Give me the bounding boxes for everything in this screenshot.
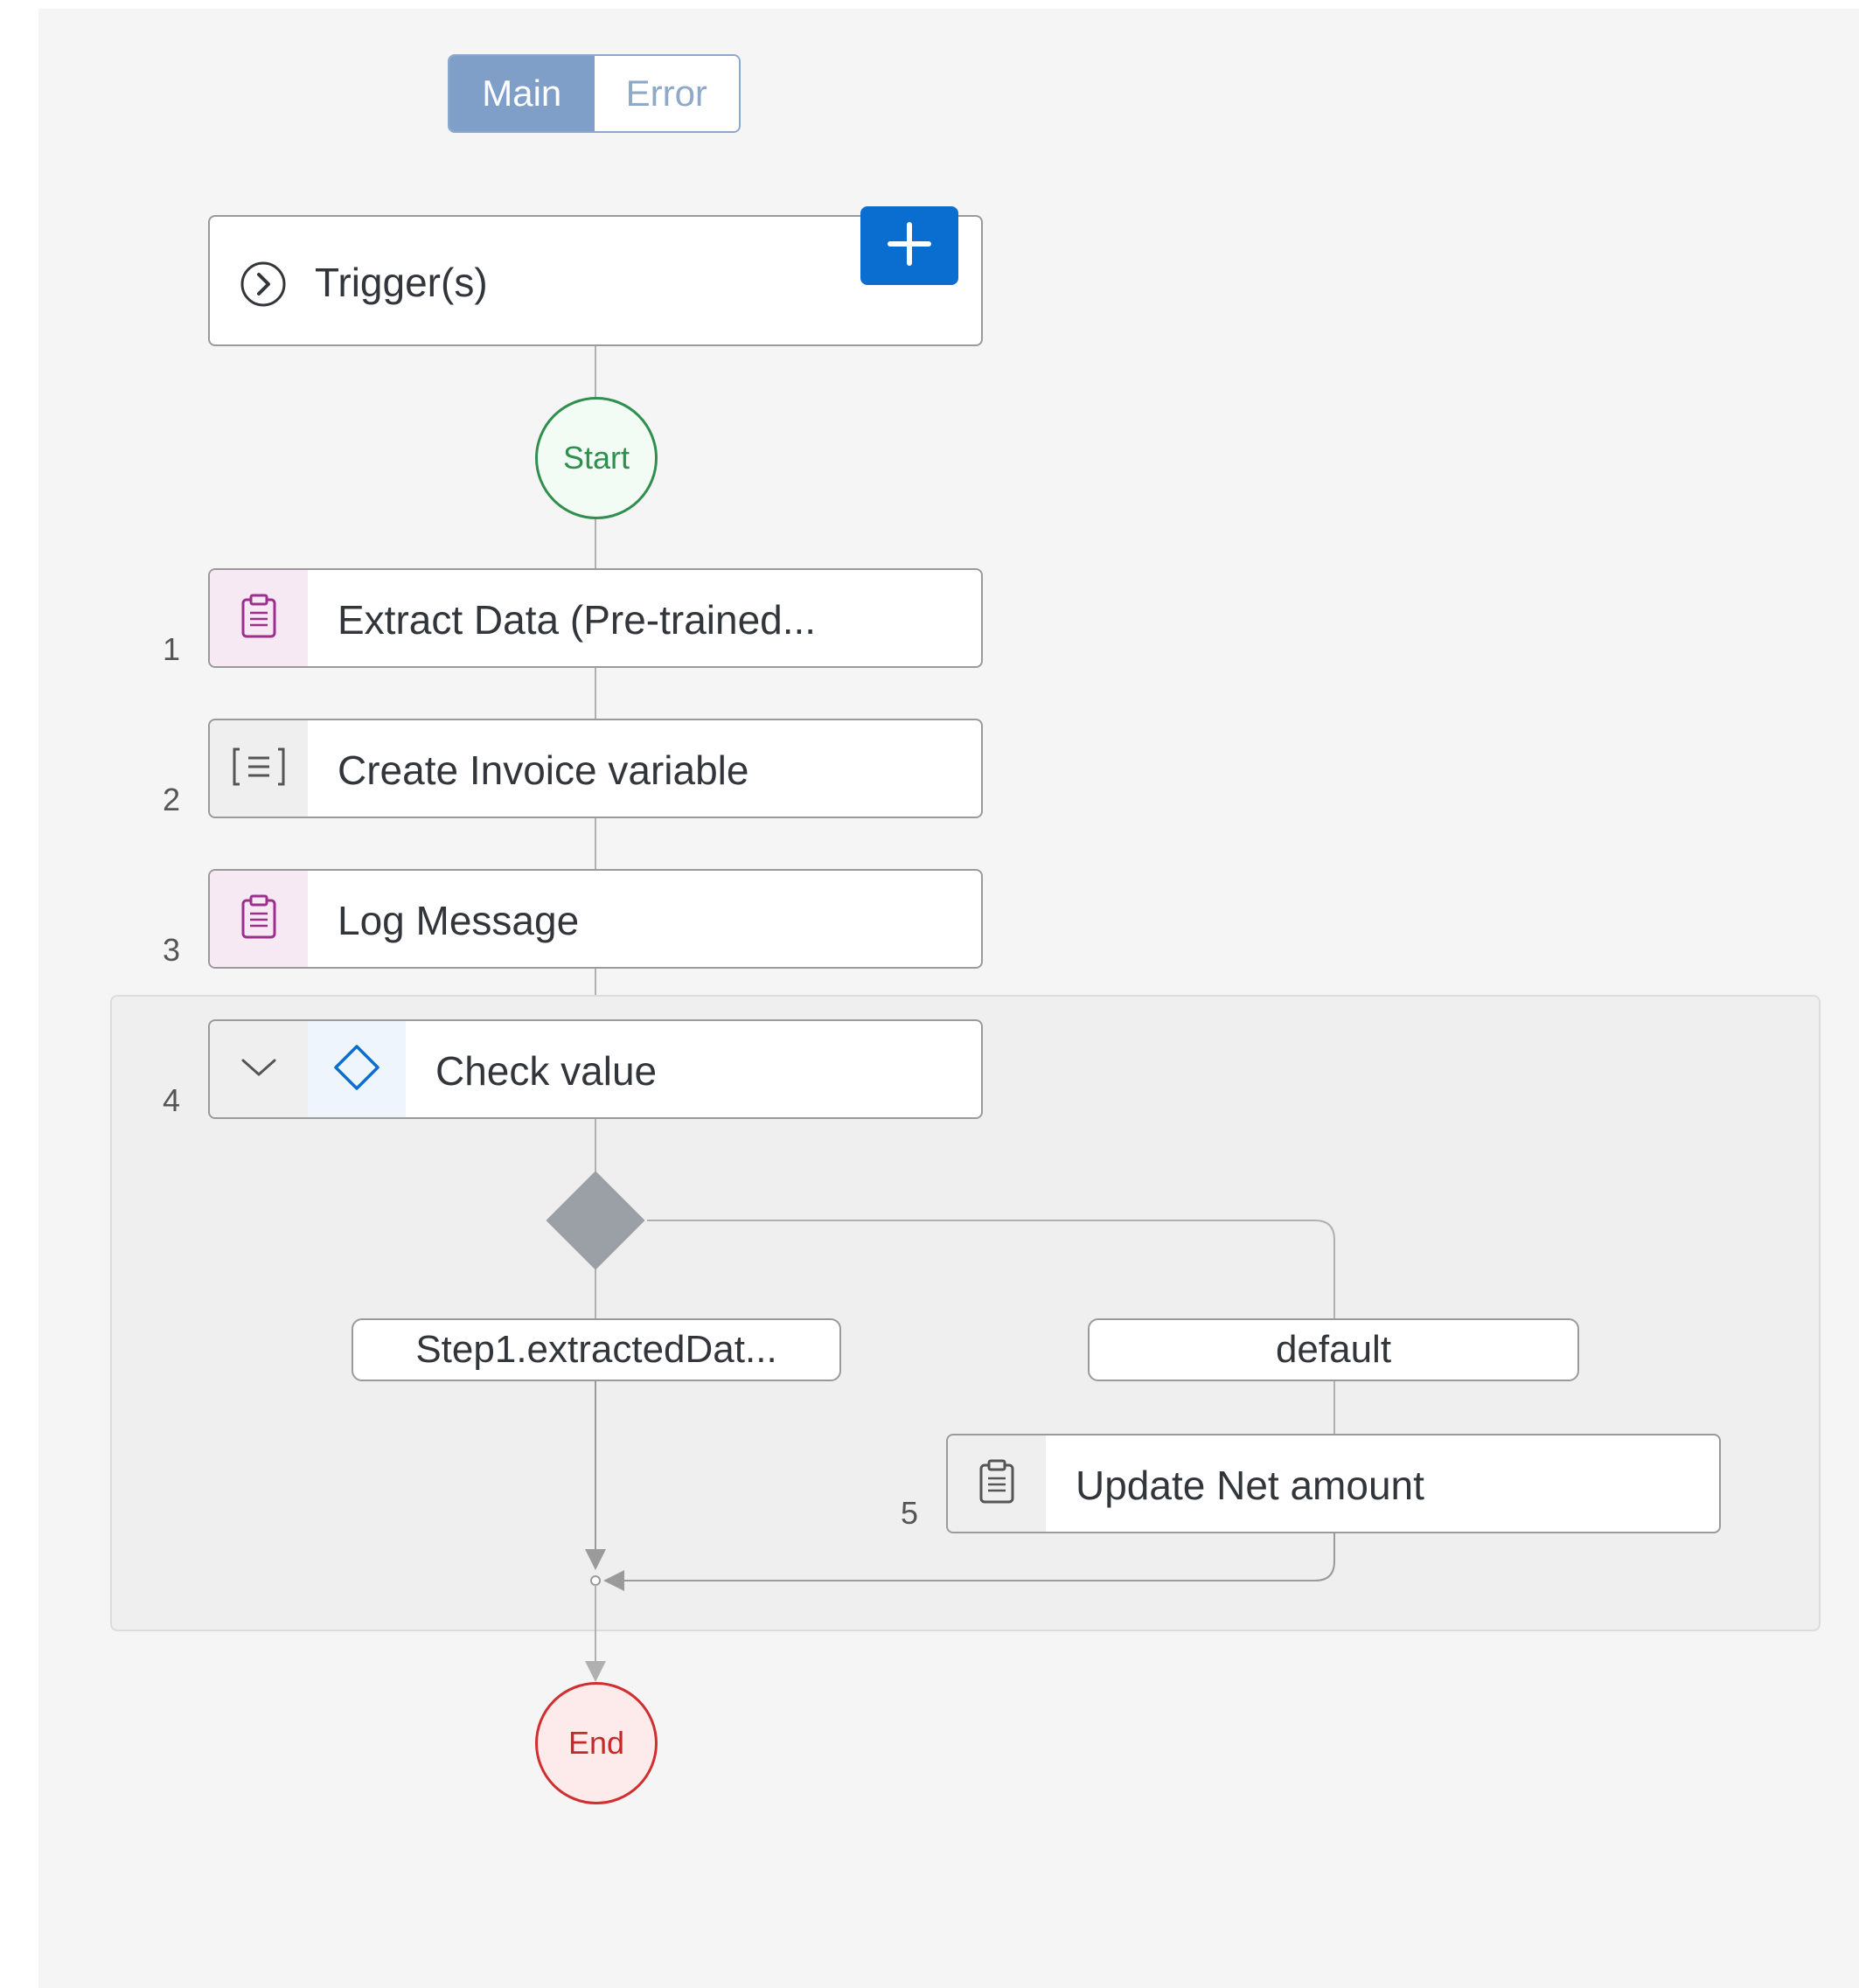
step-label: Update Net amount <box>1076 1463 1424 1508</box>
default-branch-label[interactable]: default <box>1088 1318 1579 1381</box>
clipboard-icon <box>978 1459 1016 1509</box>
step-icon-cell <box>948 1435 1046 1532</box>
step-update-net-amount[interactable]: Update Net amount <box>946 1434 1721 1533</box>
condition-branch-label[interactable]: Step1.extractedDat... <box>352 1318 841 1381</box>
end-node[interactable]: End <box>535 1682 658 1804</box>
end-label: End <box>567 1725 625 1761</box>
gateway-connectors <box>585 346 1335 1682</box>
step-number: 5 <box>901 1495 919 1531</box>
